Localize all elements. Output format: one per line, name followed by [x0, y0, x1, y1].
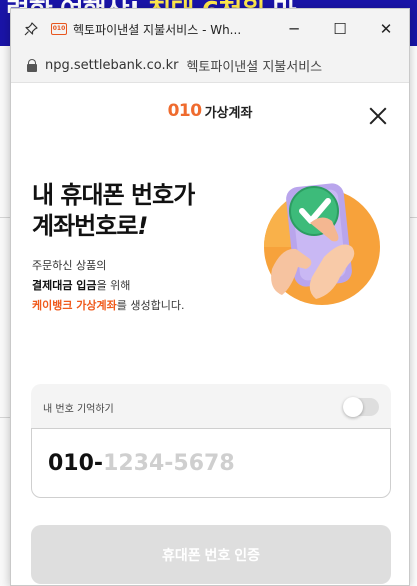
headline-line2: 계좌번호로	[32, 212, 138, 240]
maximize-button[interactable]: ☐	[317, 9, 363, 49]
page-title-text: 헥토파이낸셜 지불서비스	[186, 60, 323, 75]
remember-number-row: 내 번호 기억하기	[31, 384, 391, 430]
description-line3-rest: 를 생성합니다.	[116, 299, 185, 312]
logo: 010 가상계좌	[11, 101, 409, 121]
background-page-right	[410, 46, 417, 586]
remember-number-toggle[interactable]	[343, 397, 379, 417]
window-controls: ─ ☐ ✕	[271, 9, 409, 49]
minimize-button[interactable]: ─	[271, 9, 317, 49]
description-line3: 케이뱅크 가상계좌를 생성합니다.	[32, 296, 185, 316]
site-favicon-icon: 010	[51, 23, 67, 35]
description-line2: 결제대금 입금을 위해	[32, 276, 185, 296]
background-page-left	[0, 46, 10, 586]
screen: 련핫 여행상! 최대 6천원 마 010 헥토파이낸셜 지불서비스 - Wh..…	[0, 0, 417, 586]
phone-check-illustration-icon	[264, 183, 380, 305]
close-window-button[interactable]: ✕	[363, 9, 409, 49]
background-divider	[0, 417, 10, 418]
phone-field[interactable]: 010-	[31, 428, 391, 498]
headline-line2-wrap: 계좌번호로!	[32, 211, 194, 242]
popup-window: 010 헥토파이낸셜 지불서비스 - Wh... ─ ☐ ✕ npg.settl…	[10, 8, 410, 586]
background-divider	[410, 217, 417, 218]
popup-content: 010 가상계좌 내 휴대폰 번호가 계좌번호로! 주문하신 상품의 결제대금 …	[11, 83, 409, 585]
lock-icon	[27, 59, 37, 72]
address-bar[interactable]: npg.settlebank.co.kr 헥토파이낸셜 지불서비스	[11, 49, 409, 83]
headline-line1: 내 휴대폰 번호가	[32, 181, 195, 209]
logo-text: 가상계좌	[204, 105, 253, 121]
headline: 내 휴대폰 번호가 계좌번호로!	[32, 180, 195, 242]
window-titlebar[interactable]: 010 헥토파이낸셜 지불서비스 - Wh... ─ ☐ ✕	[11, 9, 409, 49]
phone-prefix: 010-	[48, 450, 104, 476]
description-bold: 결제대금 입금	[32, 279, 97, 292]
headline-exclamation: !	[137, 212, 148, 240]
toggle-knob[interactable]	[343, 397, 363, 417]
verify-phone-button[interactable]: 휴대폰 번호 인증	[31, 525, 391, 584]
description-line2-rest: 을 위해	[96, 279, 131, 292]
description-line1: 주문하신 상품의	[32, 259, 107, 272]
window-title: 헥토파이낸셜 지불서비스 - Wh...	[73, 22, 242, 37]
background-divider	[0, 217, 10, 218]
close-icon[interactable]	[369, 107, 387, 125]
pin-icon[interactable]	[11, 9, 51, 49]
url-text[interactable]: npg.settlebank.co.kr	[45, 58, 178, 73]
description: 주문하신 상품의 결제대금 입금을 위해 케이뱅크 가상계좌를 생성합니다.	[32, 256, 185, 316]
description-bank-name: 케이뱅크 가상계좌	[32, 299, 117, 312]
logo-number: 010	[167, 101, 203, 121]
phone-number-input[interactable]	[103, 450, 344, 476]
remember-number-label: 내 번호 기억하기	[43, 404, 114, 415]
